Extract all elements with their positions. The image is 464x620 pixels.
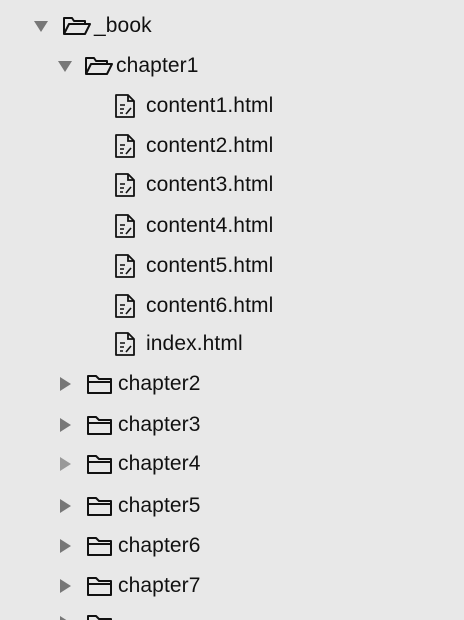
html-file-icon bbox=[114, 293, 146, 319]
tree-file-content1[interactable]: content1.html bbox=[0, 87, 464, 125]
html-file-icon bbox=[114, 331, 146, 357]
tree-item-label: content3.html bbox=[146, 173, 274, 196]
folder-icon bbox=[86, 371, 118, 397]
tree-item-chapter2[interactable]: chapter2 bbox=[0, 365, 464, 403]
tree-item-label: chapter5 bbox=[118, 494, 201, 517]
tree-item-label: chapter4 bbox=[118, 452, 201, 475]
tree-item-label: chapter1 bbox=[116, 54, 199, 77]
tree-file-index[interactable]: index.html bbox=[0, 325, 464, 363]
tree-item-chapter4[interactable]: chapter4 bbox=[0, 445, 464, 483]
tree-file-content3[interactable]: content3.html bbox=[0, 166, 464, 204]
folder-icon bbox=[86, 573, 118, 599]
folder-icon bbox=[86, 533, 118, 559]
tree-item-label: content1.html bbox=[146, 94, 274, 117]
chevron-right-icon[interactable] bbox=[56, 497, 74, 515]
html-file-icon bbox=[114, 213, 146, 239]
tree-item-chapter1[interactable]: chapter1 bbox=[0, 47, 464, 85]
tree-item-label: chapter2 bbox=[118, 372, 201, 395]
tree-item-chapter6[interactable]: chapter6 bbox=[0, 527, 464, 565]
folder-open-icon bbox=[62, 13, 94, 39]
chevron-right-icon[interactable] bbox=[56, 537, 74, 555]
tree-item-label: _book bbox=[94, 14, 152, 37]
chevron-right-icon[interactable] bbox=[56, 375, 74, 393]
tree-item-label: content6.html bbox=[146, 294, 274, 317]
html-file-icon bbox=[114, 172, 146, 198]
tree-item-chapter5[interactable]: chapter5 bbox=[0, 487, 464, 525]
html-file-icon bbox=[114, 133, 146, 159]
chevron-down-icon[interactable] bbox=[32, 17, 50, 35]
tree-item-label: index.html bbox=[146, 332, 243, 355]
folder-icon bbox=[86, 451, 118, 477]
tree-item-label: content4.html bbox=[146, 214, 274, 237]
folder-icon bbox=[86, 604, 118, 620]
tree-item-partial[interactable] bbox=[0, 604, 464, 620]
chevron-right-icon[interactable] bbox=[56, 455, 74, 473]
tree-item-label: content5.html bbox=[146, 254, 274, 277]
tree-item-chapter7[interactable]: chapter7 bbox=[0, 567, 464, 605]
file-tree: _book chapter1 content1.html content2.ht… bbox=[0, 0, 464, 620]
tree-item-label: content2.html bbox=[146, 134, 274, 157]
tree-file-content5[interactable]: content5.html bbox=[0, 247, 464, 285]
folder-icon bbox=[86, 412, 118, 438]
folder-icon bbox=[86, 493, 118, 519]
chevron-right-icon[interactable] bbox=[56, 604, 74, 620]
html-file-icon bbox=[114, 253, 146, 279]
tree-item-book[interactable]: _book bbox=[0, 7, 464, 45]
tree-item-label: chapter7 bbox=[118, 574, 201, 597]
tree-file-content6[interactable]: content6.html bbox=[0, 287, 464, 325]
chevron-down-icon[interactable] bbox=[56, 57, 74, 75]
tree-file-content4[interactable]: content4.html bbox=[0, 207, 464, 245]
chevron-right-icon[interactable] bbox=[56, 416, 74, 434]
folder-open-icon bbox=[84, 53, 116, 79]
chevron-right-icon[interactable] bbox=[56, 577, 74, 595]
tree-item-chapter3[interactable]: chapter3 bbox=[0, 406, 464, 444]
tree-file-content2[interactable]: content2.html bbox=[0, 127, 464, 165]
tree-item-label: chapter6 bbox=[118, 534, 201, 557]
tree-item-label: chapter3 bbox=[118, 413, 201, 436]
html-file-icon bbox=[114, 93, 146, 119]
